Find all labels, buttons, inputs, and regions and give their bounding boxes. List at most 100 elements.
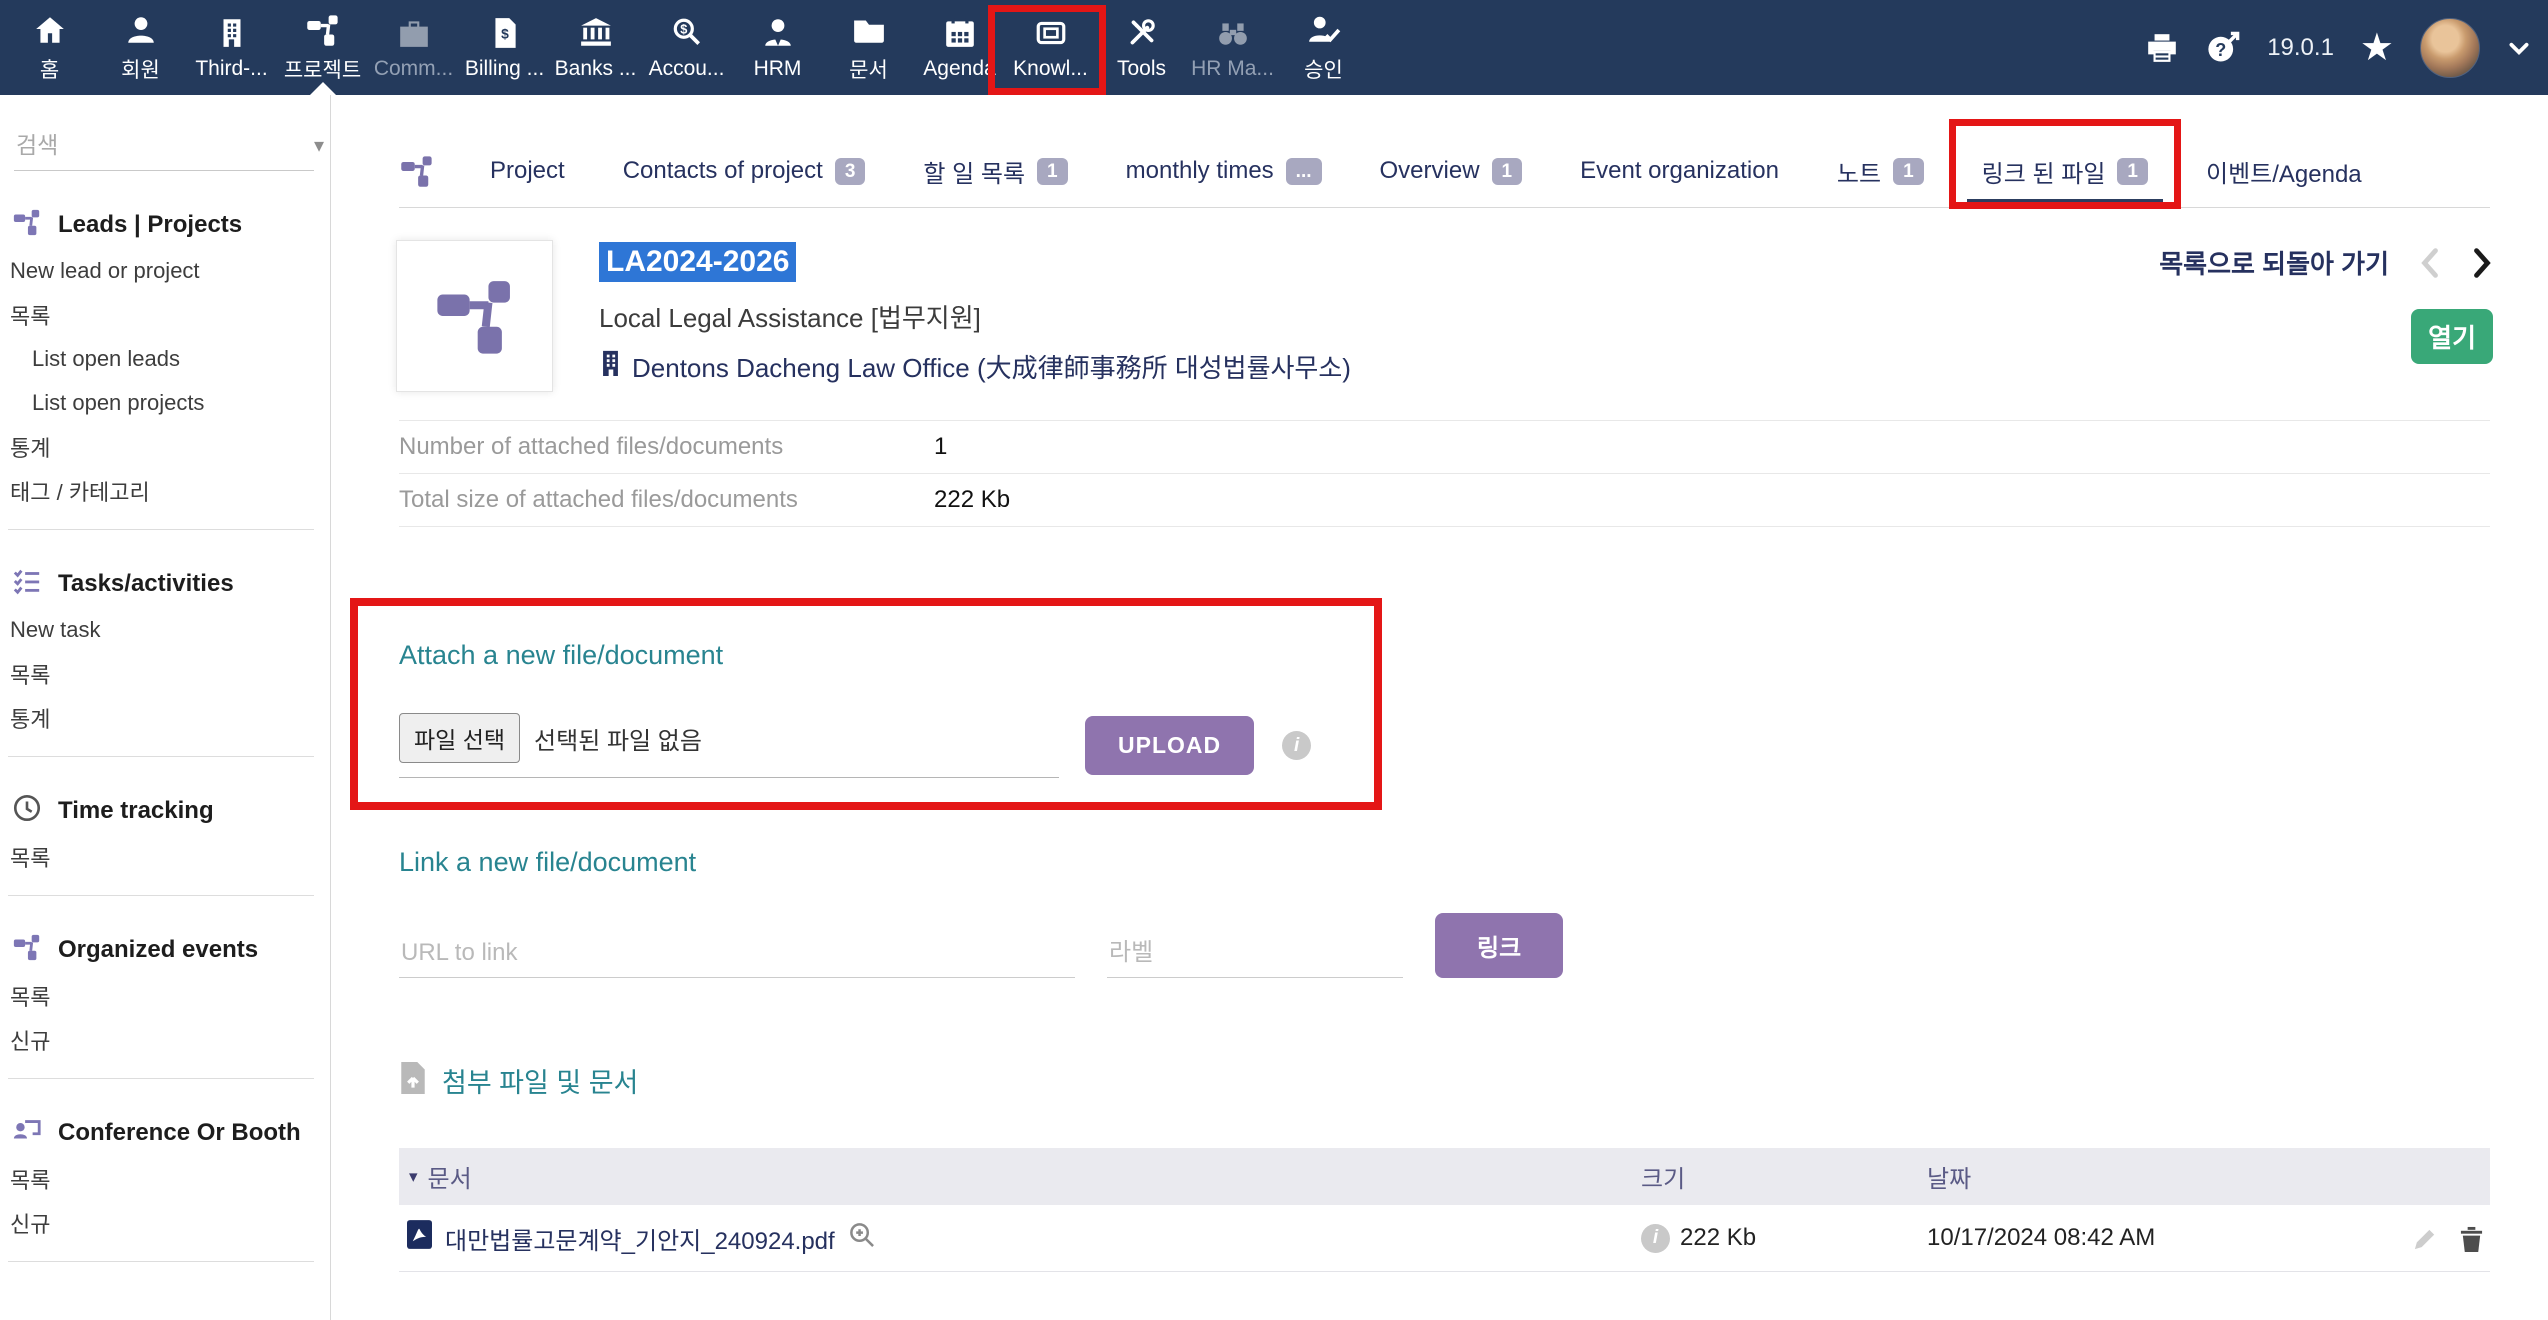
sidebar-item-conference-list[interactable]: 목록 bbox=[0, 1157, 330, 1201]
sidebar-item-list-open-leads[interactable]: List open leads bbox=[0, 337, 330, 381]
menu-label: Knowl... bbox=[1013, 57, 1088, 81]
sidebar-item-task-list[interactable]: 목록 bbox=[0, 652, 330, 696]
sidebar-item-new-task[interactable]: New task bbox=[0, 608, 330, 652]
sidebar-item-time-list[interactable]: 목록 bbox=[0, 835, 330, 879]
svg-text:$: $ bbox=[501, 25, 509, 41]
sidebar-search: ▾ bbox=[14, 131, 314, 171]
tab-notes[interactable]: 노트1 bbox=[1808, 135, 1953, 207]
divider bbox=[8, 895, 314, 896]
menu-approval[interactable]: 승인 bbox=[1278, 0, 1369, 95]
column-header-date[interactable]: 날짜 bbox=[1927, 1159, 2377, 1194]
sidebar-section-title: Organized events bbox=[0, 926, 330, 974]
file-link[interactable]: 대만법률고문계약_기안지_240924.pdf bbox=[399, 1220, 1641, 1256]
user-avatar[interactable] bbox=[2420, 18, 2480, 78]
menu-hrm[interactable]: HRM bbox=[732, 0, 823, 95]
sidebar-item-conference-new[interactable]: 신규 bbox=[0, 1201, 330, 1245]
sidebar-item-task-stats[interactable]: 통계 bbox=[0, 696, 330, 740]
tab-label: 노트 bbox=[1837, 154, 1881, 189]
chevron-down-icon[interactable]: ▾ bbox=[314, 133, 324, 158]
menu-banks[interactable]: Banks ... bbox=[550, 0, 641, 95]
upload-button[interactable]: UPLOAD bbox=[1085, 716, 1254, 775]
print-icon[interactable] bbox=[2145, 31, 2179, 65]
help-icon[interactable]: ? bbox=[2205, 30, 2241, 66]
previous-record-icon[interactable] bbox=[2419, 246, 2441, 280]
menu-billing[interactable]: $ Billing ... bbox=[459, 0, 550, 95]
binoculars-icon bbox=[1216, 14, 1250, 52]
thirdparty-link[interactable]: Dentons Dacheng Law Office (大成律師事務所 대성법률… bbox=[599, 348, 1351, 385]
project-banner: LA2024-2026 Local Legal Assistance [법무지원… bbox=[396, 240, 1351, 392]
menu-knowledge[interactable]: Knowl... bbox=[1005, 0, 1096, 95]
info-icon[interactable]: i bbox=[1641, 1224, 1670, 1253]
divider bbox=[8, 529, 314, 530]
menu-hr-management[interactable]: HR Ma... bbox=[1187, 0, 1278, 95]
attached-files-title: 첨부 파일 및 문서 bbox=[399, 1061, 638, 1100]
tab-monthly-times[interactable]: monthly times... bbox=[1097, 135, 1351, 207]
thirdparty-icon bbox=[215, 14, 249, 52]
divider bbox=[8, 756, 314, 757]
project-photo bbox=[396, 240, 553, 392]
status-badge[interactable]: 열기 bbox=[2411, 309, 2493, 364]
thirdparty-name: Dentons Dacheng Law Office (大成律師事務所 대성법률… bbox=[632, 348, 1351, 385]
bank-icon bbox=[579, 14, 613, 52]
chevron-down-icon[interactable] bbox=[2506, 35, 2532, 61]
delete-trash-icon[interactable] bbox=[2459, 1224, 2484, 1253]
tab-event-organization[interactable]: Event organization bbox=[1551, 135, 1808, 207]
summary-label: Number of attached files/documents bbox=[399, 433, 934, 461]
sidebar-item-tags-categories[interactable]: 태그 / 카테고리 bbox=[0, 469, 330, 513]
next-record-icon[interactable] bbox=[2471, 246, 2493, 280]
tab-contacts[interactable]: Contacts of project3 bbox=[594, 135, 895, 207]
sidebar-section-title: Leads | Projects bbox=[0, 201, 330, 249]
tab-todo-list[interactable]: 할 일 목록 1 bbox=[894, 135, 1096, 207]
menu-commerce[interactable]: Comm... bbox=[368, 0, 459, 95]
menu-label: 회원 bbox=[121, 54, 160, 84]
tab-bar: Project Contacts of project3 할 일 목록 1 mon… bbox=[399, 135, 2490, 208]
tab-overview[interactable]: Overview1 bbox=[1351, 135, 1552, 207]
menu-home[interactable]: 홈 bbox=[4, 0, 95, 95]
project-heading: LA2024-2026 Local Legal Assistance [법무지원… bbox=[599, 240, 1351, 392]
column-header-document[interactable]: ▾문서 bbox=[399, 1159, 1641, 1194]
accounting-icon: $ bbox=[670, 14, 704, 52]
menu-thirdparties[interactable]: Third-... bbox=[186, 0, 277, 95]
tab-badge: 1 bbox=[1037, 158, 1068, 185]
sidebar-item-events-list[interactable]: 목록 bbox=[0, 974, 330, 1018]
menu-agenda[interactable]: Agenda bbox=[914, 0, 1005, 95]
back-to-list-link[interactable]: 목록으로 되돌아 가기 bbox=[2159, 244, 2389, 281]
tab-label: 할 일 목록 bbox=[923, 154, 1025, 189]
bookmark-star-icon[interactable]: ★ bbox=[2360, 29, 2394, 67]
approval-icon bbox=[1307, 11, 1341, 49]
tab-badge: ... bbox=[1286, 158, 1322, 185]
collapse-triangle-icon[interactable]: ▾ bbox=[409, 1167, 418, 1187]
link-label-input[interactable] bbox=[1107, 929, 1403, 978]
file-input[interactable]: 파일 선택 선택된 파일 없음 bbox=[399, 713, 1059, 778]
svg-text:$: $ bbox=[680, 22, 687, 37]
menu-label: Third-... bbox=[195, 57, 267, 81]
search-input[interactable] bbox=[14, 131, 314, 160]
table-header: ▾문서 크기 날짜 bbox=[399, 1148, 2490, 1205]
summary-label: Total size of attached files/documents bbox=[399, 486, 934, 514]
sidebar-section-time-tracking: Time tracking 목록 bbox=[0, 787, 330, 896]
summary-value: 1 bbox=[934, 433, 947, 461]
sidebar-item-project-stats[interactable]: 통계 bbox=[0, 425, 330, 469]
zoom-preview-icon[interactable] bbox=[848, 1221, 875, 1255]
link-button[interactable]: 링크 bbox=[1435, 913, 1563, 978]
edit-pencil-icon[interactable] bbox=[2412, 1225, 2439, 1252]
annotation-box-attach-section bbox=[350, 598, 1382, 810]
knowledge-icon bbox=[1034, 14, 1068, 52]
sidebar-item-list-open-projects[interactable]: List open projects bbox=[0, 381, 330, 425]
url-to-link-input[interactable] bbox=[399, 929, 1075, 978]
choose-file-button[interactable]: 파일 선택 bbox=[399, 713, 520, 763]
billing-icon: $ bbox=[488, 14, 522, 52]
menu-members[interactable]: 회원 bbox=[95, 0, 186, 95]
sidebar-item-new-lead[interactable]: New lead or project bbox=[0, 249, 330, 293]
sidebar-item-project-list[interactable]: 목록 bbox=[0, 293, 330, 337]
tab-linked-files[interactable]: 링크 된 파일 1 bbox=[1953, 135, 2177, 207]
menu-tools[interactable]: Tools bbox=[1096, 0, 1187, 95]
menu-projects[interactable]: 프로젝트 bbox=[277, 0, 368, 95]
menu-accounting[interactable]: $ Accou... bbox=[641, 0, 732, 95]
column-header-size[interactable]: 크기 bbox=[1641, 1159, 1927, 1194]
menu-documents[interactable]: 문서 bbox=[823, 0, 914, 95]
sidebar-item-events-new[interactable]: 신규 bbox=[0, 1018, 330, 1062]
tab-events-agenda[interactable]: 이벤트/Agenda bbox=[2177, 135, 2391, 207]
info-icon[interactable]: i bbox=[1282, 731, 1311, 760]
tab-project[interactable]: Project bbox=[461, 135, 594, 207]
